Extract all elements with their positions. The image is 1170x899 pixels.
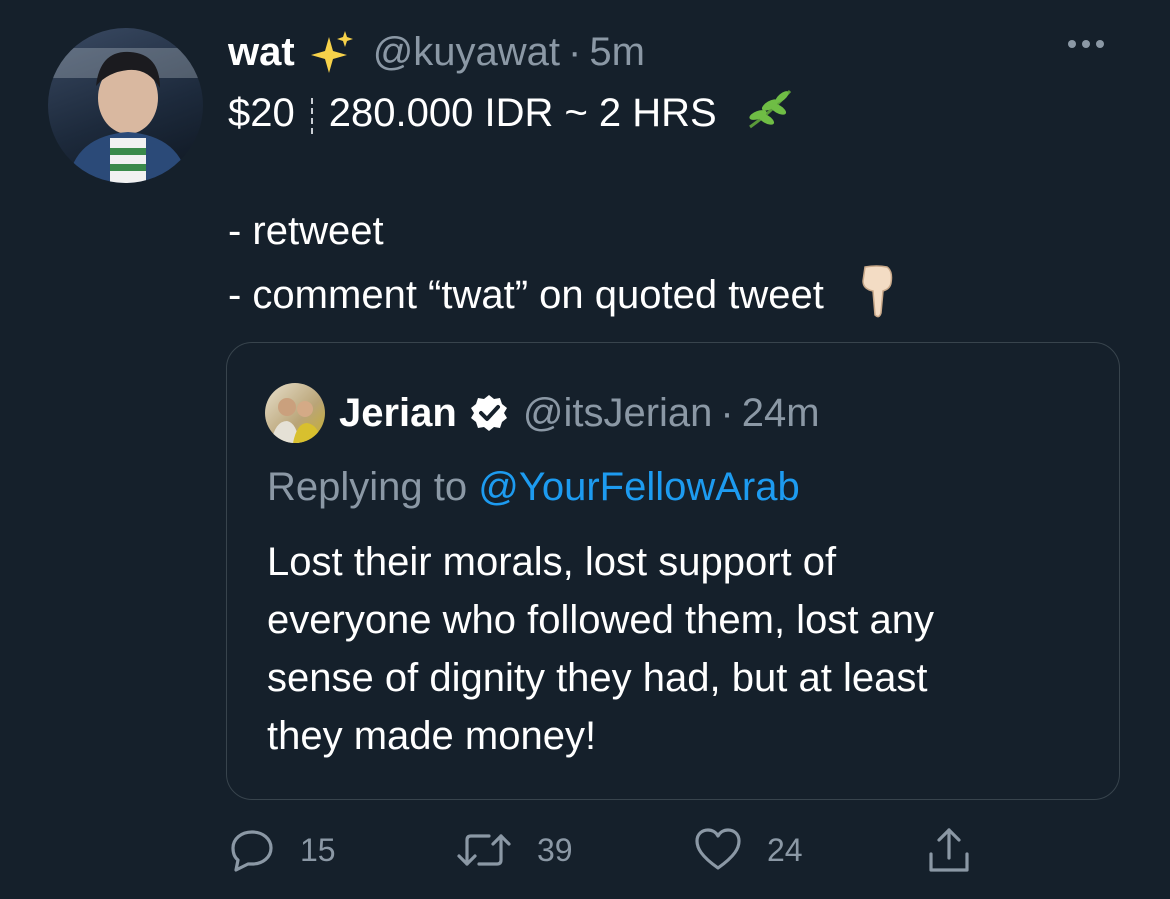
tweet-header: wat @kuyawat · 5m [228,26,645,78]
like-button[interactable]: 24 [693,826,803,874]
replying-to-link[interactable]: @YourFellowArab [478,465,800,509]
like-icon [695,828,741,870]
retweet-count: 39 [537,831,573,868]
body-line-2-text: - comment “twat” on quoted tweet [228,273,824,318]
reply-button[interactable]: 15 [228,826,336,874]
author-avatar[interactable] [48,28,203,183]
body-line-1: - retweet [228,209,384,253]
author-handle[interactable]: @kuyawat [373,26,560,78]
like-count: 24 [767,831,803,868]
dashed-divider [310,97,313,134]
share-icon [929,828,969,872]
quoted-author-handle[interactable]: @itsJerian [523,387,713,439]
body-line-2: - comment “twat” on quoted tweet [228,263,897,332]
more-icon[interactable] [1068,40,1104,48]
price-line: $20 280.000 IDR ~ 2 HRS [228,87,796,144]
retweet-button[interactable]: 39 [455,826,573,874]
herb-icon [744,87,796,144]
tweet-time[interactable]: 5m [589,26,645,78]
quoted-author-name[interactable]: Jerian [339,387,457,439]
replying-to: Replying to @YourFellowArab [267,461,800,513]
quoted-time[interactable]: 24m [742,387,820,439]
quoted-tweet-card[interactable]: Jerian @itsJerian · 24m Replying to @You… [226,342,1120,800]
separator-dot: · [720,391,734,435]
reply-count: 15 [300,831,336,868]
share-button[interactable] [925,826,973,876]
price-text: $20 [228,91,295,136]
reply-icon [231,830,273,872]
sparkles-icon [309,29,355,75]
quoted-body: Lost their morals, lost support of every… [267,540,935,758]
author-name[interactable]: wat [228,26,295,78]
pointing-down-icon [857,263,897,332]
verified-badge-icon [469,393,509,433]
separator-dot: · [568,30,582,74]
rate-text: 280.000 IDR ~ 2 HRS [328,91,717,136]
replying-to-prefix: Replying to [267,465,479,509]
quoted-author-avatar[interactable] [265,383,325,443]
quoted-header: Jerian @itsJerian · 24m [339,387,820,439]
retweet-icon [457,834,511,866]
